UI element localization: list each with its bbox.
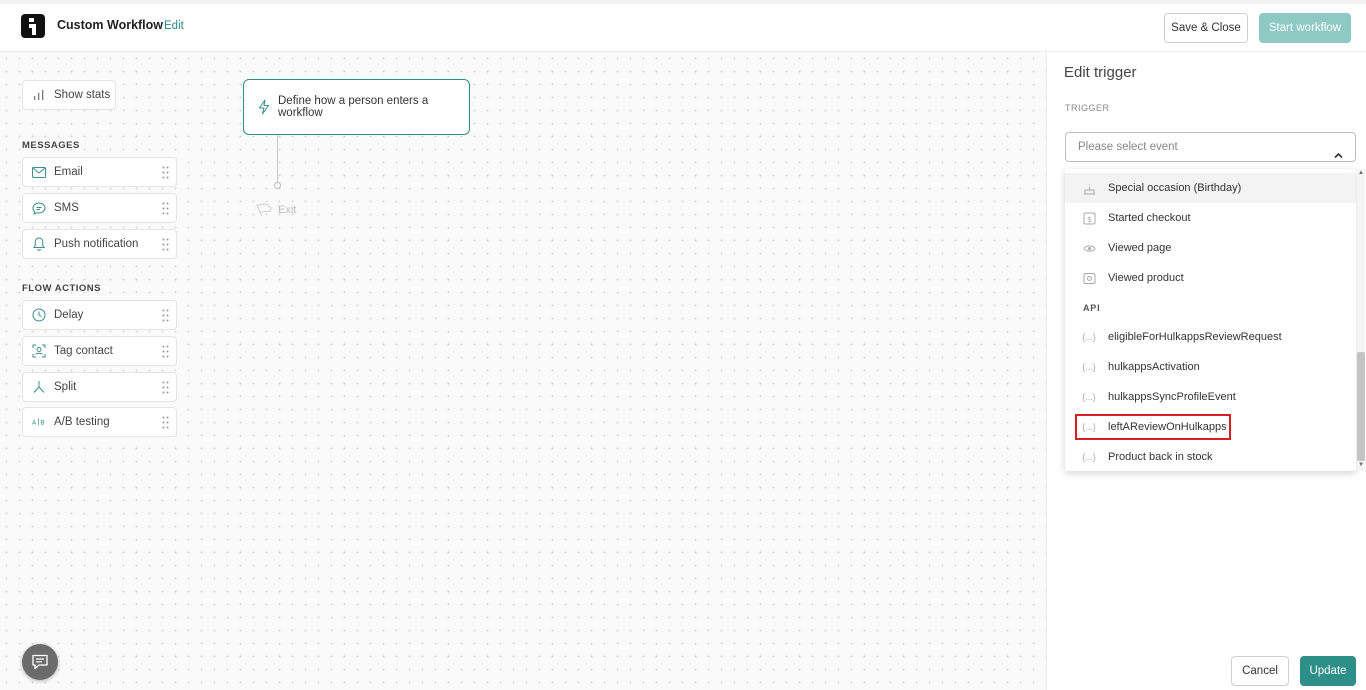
sms-bubble-icon [32, 201, 46, 215]
dropdown-option[interactable]: {...} Product back in stock [1065, 442, 1356, 471]
eye-icon [1082, 241, 1096, 255]
trigger-field-label: TRIGGER [1065, 103, 1110, 113]
drag-handle-icon[interactable] [162, 381, 169, 394]
dropdown-option-label: eligibleForHulkappsReviewRequest [1108, 331, 1282, 343]
show-stats-button[interactable]: Show stats [22, 80, 116, 110]
cake-icon [1082, 181, 1096, 195]
braces-icon: {...} [1082, 452, 1096, 462]
tag-contact-tool[interactable]: Tag contact [22, 336, 177, 366]
ab-testing-icon: AB [32, 415, 46, 429]
dropdown-option-label: leftAReviewOnHulkapps [1108, 421, 1227, 433]
braces-icon: {...} [1082, 392, 1096, 402]
panel-title: Edit trigger [1064, 64, 1137, 81]
event-select[interactable]: Please select event [1065, 132, 1356, 162]
chevron-up-icon [1334, 142, 1343, 170]
svg-text:A: A [32, 420, 37, 427]
flow-actions-section-label: FLOW ACTIONS [22, 283, 101, 294]
braces-icon: {...} [1082, 422, 1096, 432]
bar-chart-icon [32, 88, 46, 102]
dropdown-option-label: Viewed product [1108, 272, 1184, 284]
email-label: Email [54, 166, 83, 178]
product-icon [1082, 271, 1096, 285]
delay-tool[interactable]: Delay [22, 300, 177, 330]
dropdown-option[interactable]: {...} hulkappsSyncProfileEvent [1065, 382, 1356, 412]
connector-endpoint[interactable] [274, 182, 281, 189]
top-bar: Custom Workflow Edit Save & Close Start … [0, 0, 1366, 52]
drag-handle-icon[interactable] [162, 202, 169, 215]
drag-handle-icon[interactable] [162, 238, 169, 251]
svg-text:B: B [40, 420, 44, 427]
start-workflow-button[interactable]: Start workflow [1259, 13, 1351, 43]
event-select-placeholder: Please select event [1078, 141, 1178, 153]
sms-label: SMS [54, 202, 79, 214]
clock-icon [32, 308, 46, 322]
cancel-button[interactable]: Cancel [1231, 656, 1289, 686]
dropdown-option-label: hulkappsActivation [1108, 361, 1200, 373]
dropdown-option-highlighted[interactable]: {...} leftAReviewOnHulkapps [1065, 412, 1356, 442]
split-label: Split [54, 381, 77, 393]
scroll-down-arrow-icon[interactable]: ▼ [1358, 462, 1364, 468]
exit-label: Exit [278, 204, 297, 216]
push-notification-label: Push notification [54, 238, 139, 250]
dropdown-option[interactable]: {...} hulkappsActivation [1065, 352, 1356, 382]
trigger-node[interactable]: Define how a person enters a workflow [243, 79, 470, 135]
dropdown-option-label: Started checkout [1108, 212, 1191, 224]
panel-divider [1046, 52, 1047, 690]
sms-tool[interactable]: SMS [22, 193, 177, 223]
dropdown-option-label: hulkappsSyncProfileEvent [1108, 391, 1236, 403]
chat-widget-button[interactable] [22, 644, 58, 680]
dropdown-option[interactable]: {...} eligibleForHulkappsReviewRequest [1065, 322, 1356, 352]
braces-icon: {...} [1082, 362, 1096, 372]
split-tool[interactable]: Split [22, 372, 177, 402]
api-group-label: API [1083, 303, 1101, 313]
dollar-icon: $ [1082, 211, 1096, 225]
dropdown-option[interactable]: Viewed product [1065, 263, 1356, 293]
connector-line [277, 135, 278, 184]
event-dropdown-list[interactable]: Special occasion (Birthday) $ Started ch… [1065, 169, 1356, 471]
workflow-canvas[interactable] [0, 52, 1046, 690]
messages-section-label: MESSAGES [22, 140, 80, 151]
dropdown-scrollbar-thumb[interactable] [1357, 352, 1365, 461]
delay-label: Delay [54, 309, 84, 321]
email-tool[interactable]: Email [22, 157, 177, 187]
mail-icon [32, 165, 46, 179]
drag-handle-icon[interactable] [162, 309, 169, 322]
trigger-node-label: Define how a person enters a workflow [278, 95, 429, 119]
drag-handle-icon[interactable] [162, 166, 169, 179]
workflow-title: Custom Workflow [57, 18, 164, 32]
drag-handle-icon[interactable] [162, 345, 169, 358]
flag-icon [256, 203, 272, 217]
lightning-icon [258, 99, 270, 115]
show-stats-label: Show stats [54, 89, 111, 101]
scroll-up-arrow-icon[interactable]: ▲ [1358, 170, 1364, 176]
dropdown-option-label: Special occasion (Birthday) [1108, 182, 1242, 194]
split-icon [32, 380, 46, 394]
chat-icon [31, 654, 49, 670]
ab-testing-label: A/B testing [54, 416, 110, 428]
dropdown-option[interactable]: $ Started checkout [1065, 203, 1356, 233]
svg-text:$: $ [1087, 215, 1092, 224]
app-logo-icon[interactable] [21, 14, 45, 38]
dropdown-option-label: Product back in stock [1108, 451, 1213, 463]
dropdown-option[interactable]: Special occasion (Birthday) [1065, 173, 1356, 203]
edit-title-link[interactable]: Edit [164, 20, 184, 32]
tag-contact-label: Tag contact [54, 345, 113, 357]
tag-contact-icon [32, 344, 46, 358]
save-close-button[interactable]: Save & Close [1164, 13, 1248, 43]
exit-node: Exit [256, 203, 296, 217]
push-notification-tool[interactable]: Push notification [22, 229, 177, 259]
dropdown-option[interactable]: Viewed page [1065, 233, 1356, 263]
drag-handle-icon[interactable] [162, 416, 169, 429]
dropdown-option-label: Viewed page [1108, 242, 1172, 254]
bell-icon [32, 237, 46, 251]
ab-testing-tool[interactable]: AB A/B testing [22, 407, 177, 437]
braces-icon: {...} [1082, 332, 1096, 342]
update-button[interactable]: Update [1300, 656, 1356, 686]
